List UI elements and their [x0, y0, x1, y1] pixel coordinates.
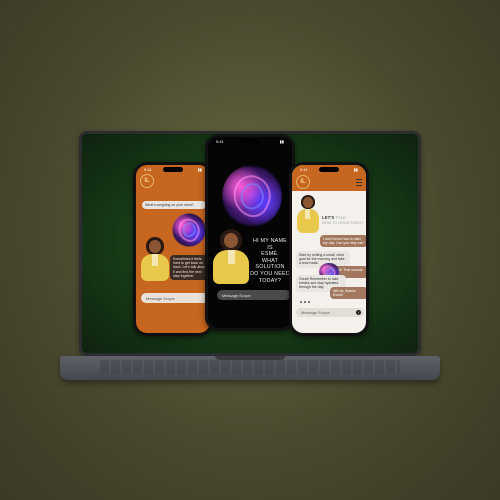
message-input[interactable]: Message Ecope: [296, 308, 364, 317]
message-input-placeholder: Message Ecope: [146, 295, 175, 301]
chat-bubble-user: Will do, thanks Esmé!: [330, 287, 366, 300]
lets-talk-heading: LET'S TALK WHAT TO LEARN TODAY?: [322, 215, 366, 227]
battery-icon: ▮▮: [279, 139, 284, 144]
brand-logo[interactable]: IL: [296, 175, 310, 189]
typing-dot: [308, 301, 310, 303]
greeting-line-5: TODAY?: [258, 277, 282, 284]
phone-right-screen: 9:41 ▮▮ IL LET'S TALK WHAT TO LEARN TODA…: [292, 165, 366, 333]
chat-bubble-reply-text: Sometimes it feels hard to get back on t…: [173, 257, 206, 278]
laptop-hinge-notch: [215, 356, 285, 360]
ai-orb-icon: [172, 213, 206, 247]
status-time: 9:41: [144, 167, 152, 172]
logo-letters: IL: [300, 179, 306, 185]
logo-letters: IL: [144, 178, 150, 184]
typing-dot: [300, 301, 302, 303]
lets-subline: WHAT TO LEARN TODAY?: [322, 221, 364, 226]
message-input[interactable]: Message Ecope: [217, 290, 291, 300]
phone-center: 9:41 ▮▮ Message Ecope: [205, 134, 295, 331]
chat-bubble-bot-text: Start by setting a small, clear goal for…: [299, 253, 345, 266]
chat-bubble-question: What's weighing on your mind?: [142, 201, 206, 210]
status-bar: 9:41 ▮▮: [208, 139, 292, 149]
greeting-line-1: HI MY NAME IS: [253, 238, 287, 251]
message-input-placeholder: Message Ecope: [301, 310, 330, 315]
battery-icon: ▮▮: [353, 167, 358, 172]
message-input[interactable]: Message Ecope: [141, 293, 209, 303]
avatar-illustration: [140, 237, 170, 281]
send-arrow-icon[interactable]: ↑: [356, 310, 361, 315]
lets-word: LET'S: [322, 215, 335, 220]
status-bar: 9:41 ▮▮: [136, 167, 210, 177]
hamburger-menu-icon[interactable]: [356, 179, 362, 186]
typing-dot: [304, 301, 306, 303]
chat-bubble-reply: Sometimes it feels hard to get back on t…: [170, 255, 210, 281]
greeting-line-2: ESMÉ.: [261, 251, 279, 258]
phone-center-screen: 9:41 ▮▮ Message Ecope: [208, 137, 292, 328]
phone-left-screen: 9:41 ▮▮ IL What's weighing on your mind?…: [136, 165, 210, 333]
avatar-illustration: [211, 229, 251, 284]
greeting-line-4: DO YOU NEED: [250, 270, 290, 277]
battery-icon: ▮▮: [197, 167, 202, 172]
message-input-placeholder: Message Ecope: [222, 292, 251, 298]
laptop-keyboard: [100, 360, 400, 374]
phone-right: 9:41 ▮▮ IL LET'S TALK WHAT TO LEARN TODA…: [289, 162, 369, 336]
greeting-line-3: WHAT SOLUTION: [255, 257, 285, 271]
phone-left: 9:41 ▮▮ IL What's weighing on your mind?…: [133, 162, 213, 336]
chat-bubble-question-text: What's weighing on your mind?: [145, 203, 194, 207]
status-bar: 9:41 ▮▮: [292, 167, 366, 177]
status-time: 9:41: [300, 167, 308, 172]
avatar-illustration: [296, 195, 320, 233]
talk-word: TALK: [335, 215, 347, 220]
chat-bubble-user-text: Will do, thanks Esmé!: [333, 289, 356, 298]
chat-bubble-user: I don't know how to start my day. Can yo…: [320, 235, 366, 248]
greeting-text: HI MY NAME IS ESMÉ. WHAT SOLUTION DO YOU…: [250, 238, 290, 284]
status-time: 9:41: [216, 139, 224, 144]
ai-orb-icon: [222, 165, 282, 227]
chat-bubble-user-text: I don't know how to start my day. Can yo…: [323, 237, 365, 246]
